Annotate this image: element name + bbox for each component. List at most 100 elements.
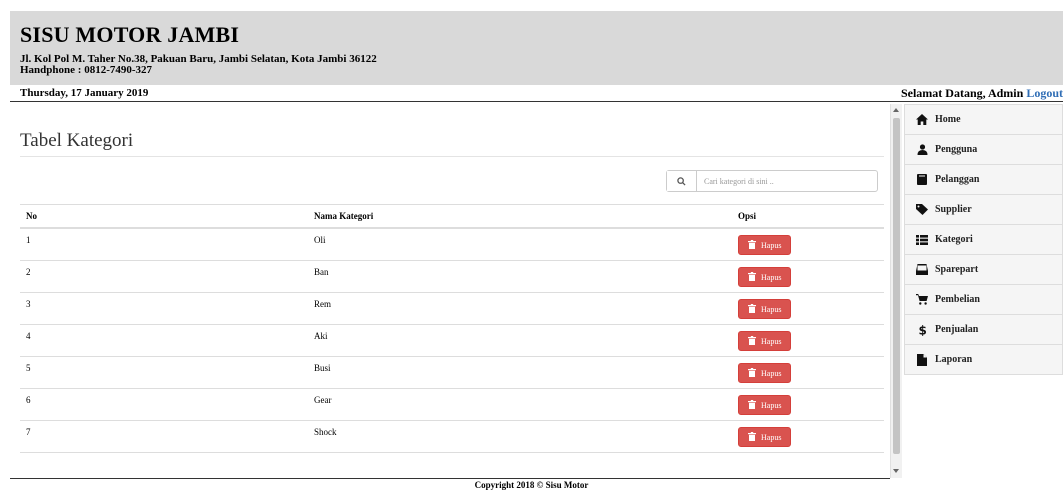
cell-nama: Busi xyxy=(308,356,732,389)
row-no: 7 xyxy=(26,427,31,437)
col-header-nama: Nama Kategori xyxy=(308,204,732,229)
hapus-label: Hapus xyxy=(761,400,782,410)
cell-no: 2 xyxy=(20,260,308,293)
book-icon xyxy=(915,174,929,186)
table-row: 4 Aki Hapus xyxy=(20,324,884,357)
trash-icon xyxy=(748,271,756,283)
sidebar-nav: Home Pengguna Pelanggan Supplier Kategori Spa… xyxy=(904,104,1063,375)
row-nama-kategori: Shock xyxy=(314,427,337,437)
hapus-button[interactable]: Hapus xyxy=(738,363,792,383)
hdd-icon xyxy=(915,264,929,276)
trash-icon xyxy=(748,399,756,411)
hapus-button[interactable]: Hapus xyxy=(738,299,792,319)
sidebar-item-label: Pelanggan xyxy=(935,174,980,185)
trash-icon xyxy=(748,335,756,347)
hapus-label: Hapus xyxy=(761,304,782,314)
welcome-text: Selamat Datang, Admin Logout xyxy=(901,86,1063,101)
trash-icon xyxy=(748,239,756,251)
sidebar-item-kategori[interactable]: Kategori xyxy=(904,225,1063,255)
sidebar-item-pelanggan[interactable]: Pelanggan xyxy=(904,165,1063,195)
hapus-label: Hapus xyxy=(761,432,782,442)
hapus-button[interactable]: Hapus xyxy=(738,267,792,287)
table-row: 6 Gear Hapus xyxy=(20,388,884,421)
cell-no: 5 xyxy=(20,356,308,389)
table-row: 5 Busi Hapus xyxy=(20,356,884,389)
footer-divider xyxy=(10,478,890,479)
sidebar-item-label: Laporan xyxy=(935,354,973,365)
cell-no: 6 xyxy=(20,388,308,421)
category-table: No Nama Kategori Opsi 1 Oli Hapus 2 Ban Hapus… xyxy=(20,204,884,453)
search-group xyxy=(666,170,878,192)
row-nama-kategori: Gear xyxy=(314,395,332,405)
content-scrollbar[interactable] xyxy=(890,104,902,478)
search-icon[interactable] xyxy=(667,171,697,191)
scroll-down-arrow-icon[interactable] xyxy=(893,469,899,473)
sidebar-item-label: Kategori xyxy=(935,234,973,245)
row-no: 2 xyxy=(26,267,31,277)
sidebar-item-pembelian[interactable]: Pembelian xyxy=(904,285,1063,315)
col-header-opsi: Opsi xyxy=(732,204,884,229)
home-icon xyxy=(915,114,929,126)
cell-opsi: Hapus xyxy=(732,420,884,453)
cell-nama: Rem xyxy=(308,292,732,325)
trash-icon xyxy=(748,303,756,315)
list-icon xyxy=(915,234,929,246)
row-nama-kategori: Oli xyxy=(314,235,326,245)
cell-no: 1 xyxy=(20,228,308,261)
sidebar-item-label: Pengguna xyxy=(935,144,978,155)
top-bar: Thursday, 17 January 2019 Selamat Datang… xyxy=(10,86,1063,102)
cell-nama: Aki xyxy=(308,324,732,357)
svg-text:$: $ xyxy=(918,324,926,336)
sidebar-item-penjualan[interactable]: $ Penjualan xyxy=(904,315,1063,345)
logout-link[interactable]: Logout xyxy=(1026,86,1063,100)
search-input[interactable] xyxy=(697,171,877,191)
table-row: 2 Ban Hapus xyxy=(20,260,884,293)
cell-opsi: Hapus xyxy=(732,388,884,421)
sidebar-item-sparepart[interactable]: Sparepart xyxy=(904,255,1063,285)
cell-nama: Oli xyxy=(308,228,732,261)
scroll-thumb[interactable] xyxy=(893,118,900,454)
sidebar-item-home[interactable]: Home xyxy=(904,104,1063,135)
sidebar-item-label: Pembelian xyxy=(935,294,980,305)
cell-opsi: Hapus xyxy=(732,292,884,325)
row-no: 5 xyxy=(26,363,31,373)
hapus-button[interactable]: Hapus xyxy=(738,427,792,447)
sidebar-item-label: Supplier xyxy=(935,204,972,215)
cell-no: 4 xyxy=(20,324,308,357)
sidebar-item-pengguna[interactable]: Pengguna xyxy=(904,135,1063,165)
user-icon xyxy=(915,144,929,156)
row-nama-kategori: Ban xyxy=(314,267,329,277)
cell-nama: Gear xyxy=(308,388,732,421)
hapus-button[interactable]: Hapus xyxy=(738,395,792,415)
row-no: 1 xyxy=(26,235,31,245)
row-nama-kategori: Rem xyxy=(314,299,331,309)
table-row: 3 Rem Hapus xyxy=(20,292,884,325)
page-title: Tabel Kategori xyxy=(20,130,134,151)
cell-opsi: Hapus xyxy=(732,324,884,357)
table-row: 7 Shock Hapus xyxy=(20,420,884,453)
sidebar-item-supplier[interactable]: Supplier xyxy=(904,195,1063,225)
table-header-row: No Nama Kategori Opsi xyxy=(20,204,884,229)
col-header-no: No xyxy=(20,204,308,229)
hapus-button[interactable]: Hapus xyxy=(738,331,792,351)
cell-no: 3 xyxy=(20,292,308,325)
row-no: 4 xyxy=(26,331,31,341)
welcome-label: Selamat Datang, Admin xyxy=(900,86,1024,100)
dollar-icon: $ xyxy=(915,324,929,336)
brand-title: SISU MOTOR JAMBI xyxy=(20,22,240,47)
hapus-button[interactable]: Hapus xyxy=(738,235,792,255)
tag-icon xyxy=(915,204,929,216)
cart-icon xyxy=(915,294,929,306)
cell-opsi: Hapus xyxy=(732,356,884,389)
sidebar-item-label: Sparepart xyxy=(935,264,979,275)
title-divider xyxy=(20,156,884,157)
scroll-up-arrow-icon[interactable] xyxy=(893,108,899,112)
sidebar-item-label: Home xyxy=(935,114,961,125)
sidebar-item-label: Penjualan xyxy=(935,324,979,335)
cell-no: 7 xyxy=(20,420,308,453)
sidebar-item-laporan[interactable]: Laporan xyxy=(904,345,1063,375)
hapus-label: Hapus xyxy=(761,368,782,378)
cell-opsi: Hapus xyxy=(732,228,884,261)
file-icon xyxy=(915,353,929,366)
row-no: 3 xyxy=(26,299,31,309)
